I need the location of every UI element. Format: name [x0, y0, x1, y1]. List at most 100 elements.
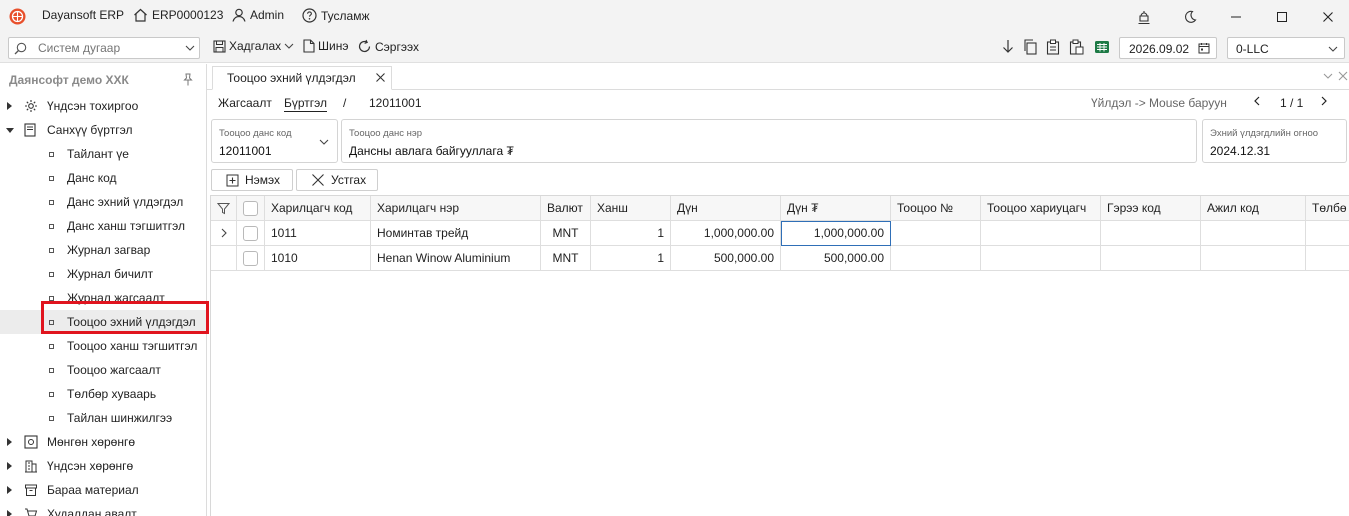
account-name-field[interactable]: Тооцоо данс нэр Дансны авлага байгууллаг… [341, 119, 1197, 163]
refresh-button[interactable]: Сэргээх [357, 39, 419, 54]
pin-icon[interactable] [182, 73, 194, 86]
collapsed-arrow-icon[interactable] [7, 102, 12, 110]
grid-cell[interactable]: Henan Winow Aluminium [371, 246, 541, 271]
select-all-cell[interactable] [237, 196, 265, 221]
date-picker[interactable]: 2026.09.02 [1119, 37, 1217, 59]
excel-export-icon[interactable] [1094, 40, 1110, 54]
clipboard-icon[interactable] [1069, 39, 1084, 55]
delete-button[interactable]: Устгах [296, 169, 378, 191]
close-all-icon[interactable] [1338, 71, 1348, 81]
select-all-checkbox[interactable] [243, 200, 258, 216]
column-header[interactable]: Гэрээ код [1101, 196, 1201, 221]
grid-cell[interactable]: 1 [591, 221, 671, 246]
sidebar-item[interactable]: Тооцоо жагсаалт [0, 358, 207, 382]
column-header[interactable]: Тооцоо № [891, 196, 981, 221]
column-header[interactable]: Төлбө [1306, 196, 1349, 221]
sidebar-item[interactable]: Худалдан авалт [0, 502, 207, 516]
chevron-down-icon[interactable] [1328, 46, 1338, 52]
sidebar-item[interactable]: Санхүү бүртгэл [0, 118, 207, 142]
filter-icon[interactable] [217, 202, 230, 215]
grid-cell[interactable] [1201, 246, 1306, 271]
maximize-icon[interactable] [1272, 8, 1292, 26]
grid-cell[interactable]: MNT [541, 221, 591, 246]
column-header[interactable]: Харилцагч нэр [371, 196, 541, 221]
sidebar-item[interactable]: Тайлант үе [0, 142, 207, 166]
collapsed-arrow-icon[interactable] [7, 510, 12, 516]
filter-cell[interactable] [211, 196, 237, 221]
search-input[interactable] [38, 40, 178, 56]
row-checkbox[interactable] [243, 225, 258, 241]
column-header[interactable]: Тооцоо хариуцагч [981, 196, 1101, 221]
column-header[interactable]: Дүн ₮ [781, 196, 891, 221]
grid-cell[interactable]: MNT [541, 246, 591, 271]
grid-cell[interactable]: 1011 [265, 221, 371, 246]
sidebar-item[interactable]: Тооцоо ханш тэгшитгэл [0, 334, 207, 358]
next-page-icon[interactable] [1320, 95, 1328, 107]
column-header[interactable]: Ажил код [1201, 196, 1306, 221]
grid-cell[interactable] [1101, 221, 1201, 246]
paste-icon[interactable] [1046, 39, 1060, 55]
grid-cell[interactable] [1101, 246, 1201, 271]
column-header[interactable]: Валют [541, 196, 591, 221]
system-code-button[interactable]: ERP0000123 [133, 8, 223, 22]
help-button[interactable]: Тусламж [302, 8, 369, 23]
grid-cell[interactable]: 1,000,000.00 [781, 221, 891, 246]
row-indicator[interactable] [211, 221, 237, 246]
add-button[interactable]: Нэмэх [211, 169, 293, 191]
grid-cell[interactable]: 1010 [265, 246, 371, 271]
sidebar-item[interactable]: Үндсэн хөрөнгө [0, 454, 207, 478]
row-indicator[interactable] [211, 246, 237, 271]
minimize-icon[interactable] [1226, 8, 1246, 26]
collapsed-arrow-icon[interactable] [7, 438, 12, 446]
dark-mode-icon[interactable] [1180, 8, 1200, 26]
chevron-down-icon[interactable] [185, 45, 195, 51]
grid-cell[interactable] [981, 246, 1101, 271]
calendar-icon[interactable] [1198, 42, 1210, 54]
sidebar-item[interactable]: Журнал загвар [0, 238, 207, 262]
collapsed-arrow-icon[interactable] [7, 462, 12, 470]
collapsed-arrow-icon[interactable] [7, 486, 12, 494]
system-number-search[interactable] [8, 37, 200, 59]
user-button[interactable]: Admin [232, 8, 284, 22]
sidebar-item[interactable]: Данс код [0, 166, 207, 190]
tab-opening-balance[interactable]: Тооцоо эхний үлдэгдэл [212, 66, 392, 90]
sidebar-item[interactable]: Журнал бичилт [0, 262, 207, 286]
chevron-down-icon[interactable] [319, 139, 329, 145]
close-window-icon[interactable] [1318, 8, 1338, 26]
opening-date-field[interactable]: Эхний үлдэгдлийн огноо 2024.12.31 [1202, 119, 1347, 163]
notification-bell-icon[interactable] [1134, 8, 1154, 26]
grid-cell[interactable] [1306, 221, 1349, 246]
save-button[interactable]: Хадгалах [213, 39, 294, 53]
grid-cell[interactable] [891, 221, 981, 246]
company-select[interactable]: 0-LLC [1227, 37, 1345, 59]
row-checkbox-cell[interactable] [237, 246, 265, 271]
download-icon[interactable] [1001, 39, 1015, 55]
sidebar-item[interactable]: Үндсэн тохиргоо [0, 94, 207, 118]
sidebar-item[interactable]: Бараа материал [0, 478, 207, 502]
sidebar-item[interactable]: Тайлан шинжилгээ [0, 406, 207, 430]
new-button[interactable]: Шинэ [303, 39, 348, 53]
sidebar-item[interactable]: Данс ханш тэгшитгэл [0, 214, 207, 238]
sidebar-item[interactable]: Төлбөр хуваарь [0, 382, 207, 406]
grid-cell[interactable] [1306, 246, 1349, 271]
grid-cell[interactable] [891, 246, 981, 271]
expanded-arrow-icon[interactable] [6, 127, 14, 133]
row-checkbox-cell[interactable] [237, 221, 265, 246]
column-header[interactable]: Харилцагч код [265, 196, 371, 221]
grid-cell[interactable] [1201, 221, 1306, 246]
sidebar-item[interactable]: Мөнгөн хөрөнгө [0, 430, 207, 454]
previous-page-icon[interactable] [1253, 95, 1261, 107]
grid-cell[interactable]: 1,000,000.00 [671, 221, 781, 246]
column-header[interactable]: Ханш [591, 196, 671, 221]
close-tab-icon[interactable] [375, 72, 386, 83]
column-header[interactable]: Дүн [671, 196, 781, 221]
grid-cell[interactable]: 500,000.00 [781, 246, 891, 271]
breadcrumb-register[interactable]: Бүртгэл [284, 96, 328, 112]
copy-icon[interactable] [1023, 39, 1038, 55]
account-code-field[interactable]: Тооцоо данс код 12011001 [211, 119, 338, 163]
chevron-down-icon[interactable] [1323, 73, 1333, 79]
breadcrumb-list[interactable]: Жагсаалт [218, 96, 272, 110]
chevron-down-icon[interactable] [284, 43, 294, 49]
row-checkbox[interactable] [243, 250, 258, 266]
grid-cell[interactable]: Номинтав трейд [371, 221, 541, 246]
